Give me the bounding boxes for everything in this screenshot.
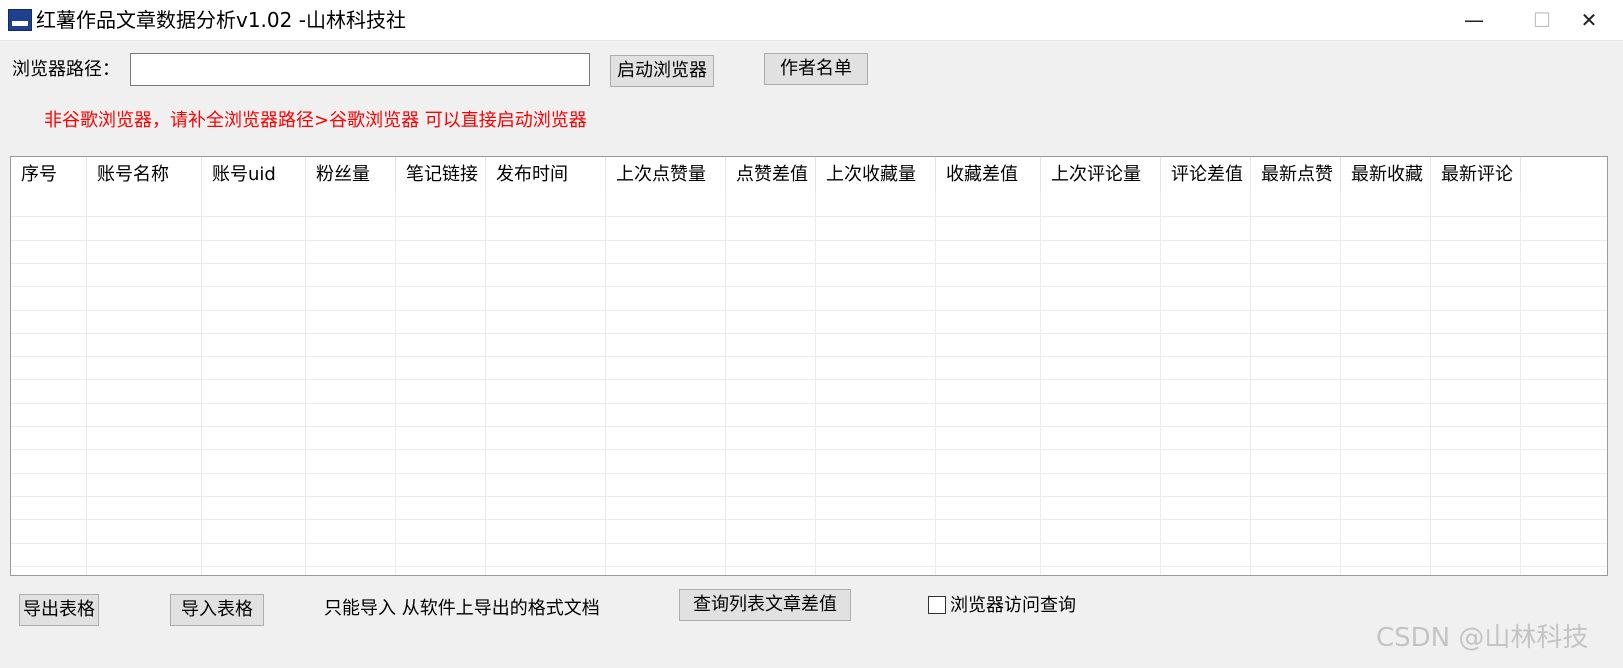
column-header[interactable]: 序号 bbox=[11, 157, 87, 193]
column-header[interactable]: 评论差值 bbox=[1161, 157, 1251, 193]
column-header[interactable]: 点赞差值 bbox=[726, 157, 816, 193]
grid-row-line bbox=[11, 473, 1607, 474]
grid-row-line bbox=[11, 240, 1607, 241]
grid-column-line bbox=[935, 193, 936, 575]
grid-column-line bbox=[1160, 193, 1161, 575]
grid-row-line bbox=[11, 519, 1607, 520]
grid-row-line bbox=[11, 263, 1607, 264]
column-header[interactable]: 最新评论 bbox=[1431, 157, 1521, 193]
column-header[interactable]: 发布时间 bbox=[486, 157, 606, 193]
grid-row-line bbox=[11, 449, 1607, 450]
grid-row-line bbox=[11, 543, 1607, 544]
column-header[interactable]: 上次评论量 bbox=[1041, 157, 1161, 193]
grid-column-line bbox=[1040, 193, 1041, 575]
grid-row-line bbox=[11, 286, 1607, 287]
browser-query-checkbox[interactable] bbox=[928, 596, 946, 614]
watermark-text: CSDN @山林科技 bbox=[1376, 623, 1589, 653]
title-bar: 红薯作品文章数据分析v1.02 -山林科技社 — ☐ ✕ bbox=[0, 0, 1623, 41]
grid-column-line bbox=[305, 193, 306, 575]
grid-column-line bbox=[1250, 193, 1251, 575]
grid-row-line bbox=[11, 356, 1607, 357]
launch-browser-button[interactable]: 启动浏览器 bbox=[610, 55, 714, 87]
browser-path-label: 浏览器路径： bbox=[12, 59, 120, 80]
column-header[interactable]: 最新收藏 bbox=[1341, 157, 1431, 193]
grid-column-line bbox=[1340, 193, 1341, 575]
import-table-button[interactable]: 导入表格 bbox=[170, 594, 264, 626]
close-icon[interactable]: ✕ bbox=[1555, 0, 1623, 40]
browser-path-input[interactable] bbox=[130, 53, 590, 86]
query-diff-button[interactable]: 查询列表文章差值 bbox=[679, 589, 851, 621]
grid-column-line bbox=[605, 193, 606, 575]
table-header: 序号 账号名称 账号uid 粉丝量 笔记链接 发布时间 上次点赞量 点赞差值 上… bbox=[11, 157, 1521, 193]
table-body[interactable] bbox=[11, 193, 1607, 575]
browser-warning-text: 非谷歌浏览器，请补全浏览器路径>谷歌浏览器 可以直接启动浏览器 bbox=[44, 110, 587, 131]
column-header[interactable]: 账号名称 bbox=[87, 157, 202, 193]
grid-row-line bbox=[11, 379, 1607, 380]
app-logo-icon bbox=[8, 9, 32, 31]
grid-column-line bbox=[395, 193, 396, 575]
column-header[interactable]: 账号uid bbox=[202, 157, 306, 193]
column-header[interactable]: 粉丝量 bbox=[306, 157, 396, 193]
grid-row-line bbox=[11, 216, 1607, 217]
grid-row-line bbox=[11, 566, 1607, 567]
author-list-button[interactable]: 作者名单 bbox=[764, 53, 868, 85]
column-header[interactable]: 上次收藏量 bbox=[816, 157, 936, 193]
browser-query-label[interactable]: 浏览器访问查询 bbox=[950, 595, 1076, 617]
grid-row-line bbox=[11, 310, 1607, 311]
grid-column-line bbox=[1430, 193, 1431, 575]
grid-row-line bbox=[11, 496, 1607, 497]
grid-row-line bbox=[11, 426, 1607, 427]
grid-row-line bbox=[11, 333, 1607, 334]
grid-row-line bbox=[11, 403, 1607, 404]
grid-column-line bbox=[485, 193, 486, 575]
grid-column-line bbox=[201, 193, 202, 575]
column-header[interactable]: 最新点赞 bbox=[1251, 157, 1341, 193]
column-header[interactable]: 收藏差值 bbox=[936, 157, 1041, 193]
column-header[interactable]: 上次点赞量 bbox=[606, 157, 726, 193]
column-header[interactable]: 笔记链接 bbox=[396, 157, 486, 193]
grid-column-line bbox=[1520, 193, 1521, 575]
import-note-text: 只能导入 从软件上导出的格式文档 bbox=[324, 598, 600, 619]
grid-column-line bbox=[815, 193, 816, 575]
data-table[interactable]: 序号 账号名称 账号uid 粉丝量 笔记链接 发布时间 上次点赞量 点赞差值 上… bbox=[10, 156, 1608, 576]
minimize-icon[interactable]: — bbox=[1440, 0, 1508, 40]
grid-column-line bbox=[725, 193, 726, 575]
grid-column-line bbox=[86, 193, 87, 575]
export-table-button[interactable]: 导出表格 bbox=[19, 594, 99, 626]
window-title: 红薯作品文章数据分析v1.02 -山林科技社 bbox=[36, 8, 406, 32]
